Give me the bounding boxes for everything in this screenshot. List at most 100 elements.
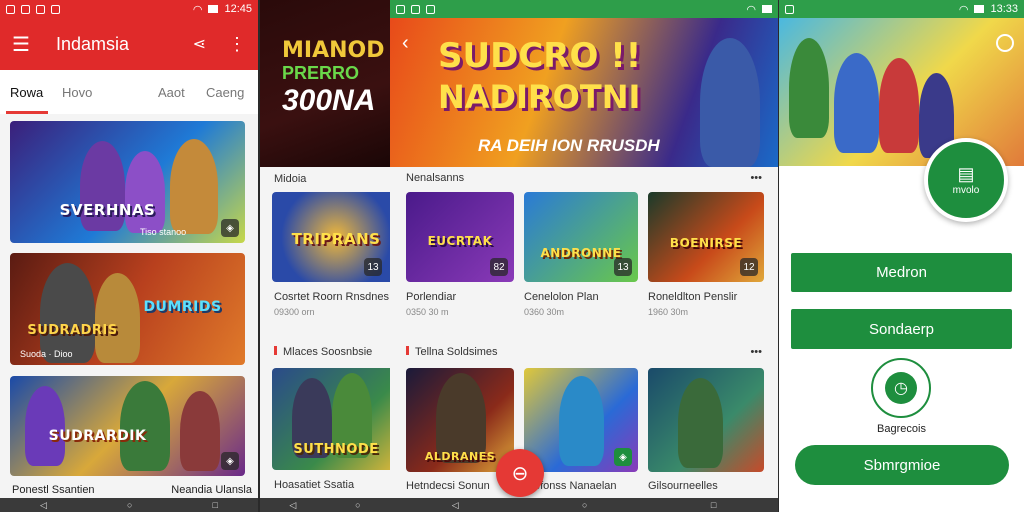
home-icon[interactable]: ○ xyxy=(355,500,360,510)
tab-hovo[interactable]: Hovo xyxy=(62,85,158,100)
hero-line: PRERRO xyxy=(282,63,360,83)
section-title: Midoia xyxy=(274,173,307,185)
character-art xyxy=(789,38,829,138)
logo-text: mvolo xyxy=(952,185,980,196)
tab-caeng[interactable]: Caeng xyxy=(206,85,244,100)
more-options-icon[interactable]: ••• xyxy=(750,346,762,358)
game-card[interactable]: SUDRARDIK ◈ xyxy=(10,376,245,476)
game-card[interactable] xyxy=(648,368,764,472)
game-card[interactable]: SVERHNAS Tiso stanoo ◈ xyxy=(10,121,245,243)
game-card[interactable]: BOENIRSE 12 xyxy=(648,192,764,282)
game-title: TRIPRANS xyxy=(291,230,381,248)
hero-line: RA DEIH ION RRUSDH xyxy=(478,136,660,155)
status-time: 12:45 xyxy=(224,3,252,15)
screen-1: ◠ 12:45 ☰ Indamsia ⋖ ⋮ Rowa Hovo Aaot Cae… xyxy=(0,0,258,512)
status-bar: ◠ 12:45 xyxy=(0,0,258,18)
tab-rowa[interactable]: Rowa xyxy=(10,85,62,100)
nav-bar: ◁ ○ □ xyxy=(0,498,258,512)
notification-icon xyxy=(785,4,794,14)
game-label: Hetndecsi Sonun xyxy=(406,480,490,492)
battery-icon xyxy=(208,5,219,13)
badge-count: 12 xyxy=(740,258,758,276)
notification-icon xyxy=(426,4,435,14)
section-header: Tellna Soldsimes ••• xyxy=(406,346,762,358)
hero-banner: MIANOD PRERRO 300NA xyxy=(260,0,390,167)
game-caption: Suoda · Dioo xyxy=(20,349,73,359)
home-icon[interactable]: ○ xyxy=(127,500,132,510)
red-marker xyxy=(274,346,277,355)
primary-button[interactable]: Medron xyxy=(791,253,1012,292)
section-header: Nenalsanns ••• xyxy=(406,172,762,184)
notification-icon xyxy=(411,4,420,14)
character-art xyxy=(834,53,879,153)
game-sub: 0350 30 m xyxy=(406,307,449,317)
hero-line: SUDCRO !! xyxy=(438,36,642,76)
download-icon[interactable]: ◈ xyxy=(614,448,632,466)
app-header: ◠ 12:45 ☰ Indamsia ⋖ ⋮ xyxy=(0,0,258,70)
game-title: SUDRADRIS xyxy=(27,323,118,338)
wifi-icon: ◠ xyxy=(746,3,756,16)
footer-label: Neandia Ulansla xyxy=(171,484,252,496)
home-icon[interactable]: ○ xyxy=(582,500,587,510)
icon-label: Bagrecois xyxy=(877,423,926,435)
back-icon[interactable]: ◁ xyxy=(452,500,459,511)
character-art xyxy=(879,58,919,153)
game-card[interactable]: ANDRONNE 13 xyxy=(524,192,638,282)
notification-icon xyxy=(36,4,45,14)
back-icon[interactable]: ◁ xyxy=(289,500,296,511)
more-options-icon[interactable]: ••• xyxy=(750,172,762,184)
game-label: Roneldlton Penslir xyxy=(648,291,738,303)
back-icon[interactable]: ‹ xyxy=(402,32,409,55)
download-icon[interactable]: ◈ xyxy=(221,452,239,470)
status-bar: ◠ xyxy=(390,0,778,18)
notification-icon xyxy=(396,4,405,14)
nav-bar: ◁ ○ □ xyxy=(390,498,778,512)
game-title: SUDRARDIK xyxy=(48,428,147,444)
bottom-button[interactable]: Sbmrgmioe xyxy=(795,445,1009,485)
chat-icon: ◷ xyxy=(885,372,917,404)
game-card[interactable]: SUTHNODE xyxy=(272,368,390,470)
game-caption: Tiso stanoo xyxy=(140,227,187,237)
menu-icon[interactable]: ☰ xyxy=(12,32,42,57)
recents-icon[interactable]: □ xyxy=(213,500,218,510)
tab-aaot[interactable]: Aaot xyxy=(158,85,206,100)
badge-count: 13 xyxy=(364,258,382,276)
game-card[interactable]: ALDRANES xyxy=(406,368,514,472)
more-options-icon[interactable]: ⋮ xyxy=(228,34,246,55)
chat-button[interactable]: ◷ xyxy=(871,358,931,418)
game-card[interactable]: ◈ xyxy=(524,368,638,472)
close-icon[interactable] xyxy=(996,34,1014,52)
recents-icon[interactable]: □ xyxy=(711,500,716,510)
hero-line: 300NA xyxy=(282,84,376,117)
game-sub: 09300 orn xyxy=(274,307,315,317)
character-art xyxy=(170,139,218,234)
character-art xyxy=(125,151,165,233)
red-marker xyxy=(406,346,409,355)
back-icon[interactable]: ◁ xyxy=(40,500,47,511)
character-art xyxy=(678,378,723,468)
status-time: 13:33 xyxy=(990,3,1018,15)
screen-2: MIANOD PRERRO 300NA Midoia TRIPRANS 13 C… xyxy=(260,0,390,512)
secondary-button[interactable]: Sondaerp xyxy=(791,309,1012,349)
game-sub: 0360 30m xyxy=(524,307,565,317)
game-card[interactable]: SUDRADRIS DUMRIDS Suoda · Dioo xyxy=(10,253,245,365)
game-title: BOENIRSE xyxy=(669,236,743,250)
game-label: Porlendiar xyxy=(406,291,457,303)
game-card[interactable]: TRIPRANS 13 xyxy=(272,192,390,282)
share-icon[interactable]: ⋖ xyxy=(193,34,206,54)
notification-icon xyxy=(21,4,30,14)
download-icon[interactable]: ◈ xyxy=(221,219,239,237)
character-art xyxy=(25,386,65,466)
character-art xyxy=(95,273,140,363)
wifi-icon: ◠ xyxy=(958,3,969,16)
game-title: SUTHNODE xyxy=(293,442,379,457)
game-title: SVERHNAS xyxy=(59,201,156,219)
screen-3: ◠ ‹ SUDCRO !! NADIROTNI RA DEIH ION RRUS… xyxy=(390,0,778,512)
character-art xyxy=(559,376,604,466)
cart-fab[interactable]: ⊖ xyxy=(496,449,544,497)
section-title-text: Mlaces Soosnbsie xyxy=(283,346,373,358)
game-card[interactable]: EUCRTAK 82 xyxy=(406,192,514,282)
footer-label: Ponestl Ssantien xyxy=(12,484,95,496)
section-title: Mlaces Soosnbsie xyxy=(274,346,372,358)
tab-indicator xyxy=(6,111,48,114)
